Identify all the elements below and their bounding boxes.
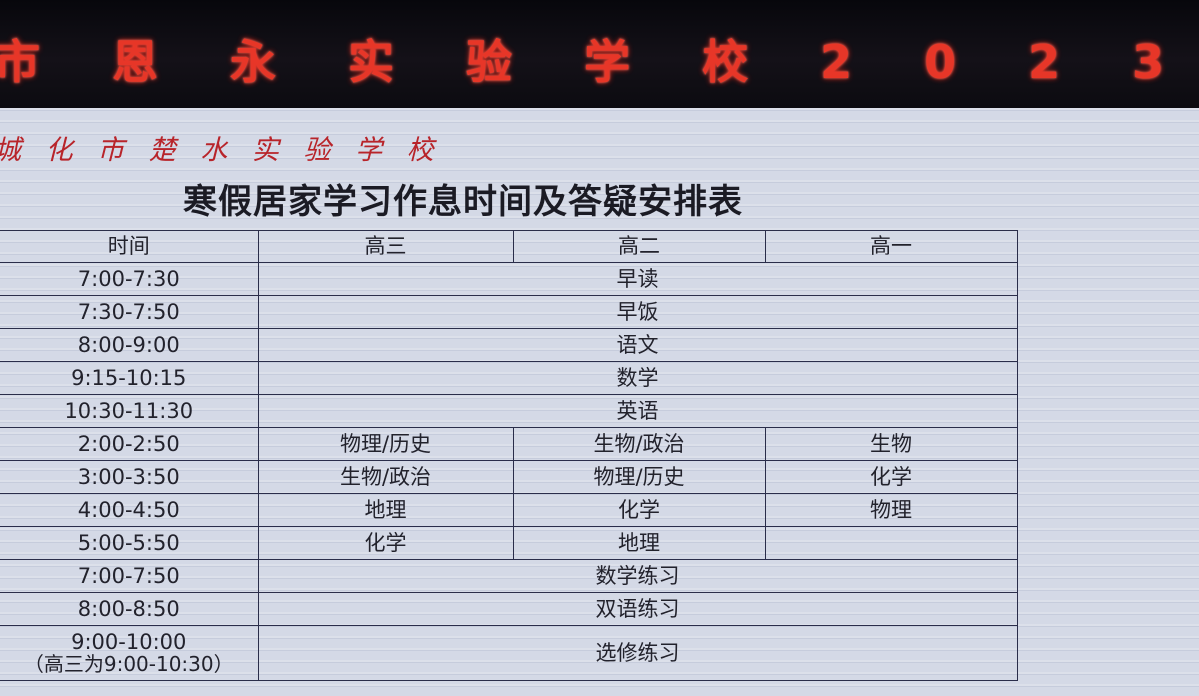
led-banner: 市 恩 永 实 验 学 校 2 0 2 3 年 秋 学 期 总 结 大 xyxy=(0,0,1199,108)
led-banner-text: 市 恩 永 实 验 学 校 2 0 2 3 年 秋 学 期 总 结 大 xyxy=(0,35,1199,89)
activity-cell: 早饭 xyxy=(257,295,1018,329)
time-cell: 9:15-10:15 xyxy=(0,361,259,395)
time-cell-note: （高三为9:00-10:30） xyxy=(23,651,234,676)
activity-cell: 数学 xyxy=(257,361,1018,395)
table-row: 7:30-7:50 早饭 xyxy=(0,295,1018,329)
time-cell-main: 9:00-10:00 xyxy=(71,630,187,655)
table-header-row: 时间 高三 高二 高一 xyxy=(0,230,1018,263)
activity-cell: 选修练习 xyxy=(257,625,1018,681)
projected-document: 城 化 市 楚 水 实 验 学 校 寒假居家学习作息时间及答疑安排表 时间 高三… xyxy=(0,108,1199,696)
time-cell: 8:00-8:50 xyxy=(0,592,259,626)
time-cell: 8:00-9:00 xyxy=(0,328,259,362)
grade-2-cell: 生物/政治 xyxy=(512,427,766,461)
page-title: 寒假居家学习作息时间及答疑安排表 xyxy=(183,182,743,222)
schedule-table: 时间 高三 高二 高一 7:00-7:30 早读 7:30-7:50 早饭 8:… xyxy=(0,230,1018,681)
school-name: 城 化 市 楚 水 实 验 学 校 xyxy=(0,135,442,166)
column-header-grade-3: 高三 xyxy=(257,230,514,263)
table-row: 4:00-4:50 地理 化学 物理 xyxy=(0,493,1018,527)
table-row: 8:00-8:50 双语练习 xyxy=(0,592,1018,626)
time-cell: 10:30-11:30 xyxy=(0,394,259,428)
time-cell: 7:00-7:50 xyxy=(0,559,259,593)
table-row: 9:15-10:15 数学 xyxy=(0,361,1018,395)
grade-1-cell: 生物 xyxy=(764,427,1018,461)
grade-3-cell: 化学 xyxy=(257,526,514,560)
column-header-grade-2: 高二 xyxy=(512,230,766,263)
column-header-time: 时间 xyxy=(0,230,259,263)
table-row: 7:00-7:30 早读 xyxy=(0,262,1018,296)
grade-1-cell xyxy=(764,526,1018,560)
grade-3-cell: 生物/政治 xyxy=(257,460,514,494)
table-row: 7:00-7:50 数学练习 xyxy=(0,559,1018,593)
grade-3-cell: 物理/历史 xyxy=(257,427,514,461)
table-row: 9:00-10:00 （高三为9:00-10:30） 选修练习 xyxy=(0,625,1018,681)
activity-cell: 英语 xyxy=(257,394,1018,428)
activity-cell: 早读 xyxy=(257,262,1018,296)
time-cell: 4:00-4:50 xyxy=(0,493,259,527)
table-row: 2:00-2:50 物理/历史 生物/政治 生物 xyxy=(0,427,1018,461)
grade-2-cell: 化学 xyxy=(512,493,766,527)
activity-cell: 数学练习 xyxy=(257,559,1018,593)
time-cell: 7:00-7:30 xyxy=(0,262,259,296)
table-row: 3:00-3:50 生物/政治 物理/历史 化学 xyxy=(0,460,1018,494)
time-cell: 7:30-7:50 xyxy=(0,295,259,329)
time-cell: 2:00-2:50 xyxy=(0,427,259,461)
time-cell: 9:00-10:00 （高三为9:00-10:30） xyxy=(0,625,259,681)
grade-3-cell: 地理 xyxy=(257,493,514,527)
grade-2-cell: 地理 xyxy=(512,526,766,560)
table-row: 5:00-5:50 化学 地理 xyxy=(0,526,1018,560)
table-row: 8:00-9:00 语文 xyxy=(0,328,1018,362)
grade-1-cell: 化学 xyxy=(764,460,1018,494)
grade-2-cell: 物理/历史 xyxy=(512,460,766,494)
activity-cell: 双语练习 xyxy=(257,592,1018,626)
time-cell: 5:00-5:50 xyxy=(0,526,259,560)
activity-cell: 语文 xyxy=(257,328,1018,362)
grade-1-cell: 物理 xyxy=(764,493,1018,527)
time-cell: 3:00-3:50 xyxy=(0,460,259,494)
table-row: 10:30-11:30 英语 xyxy=(0,394,1018,428)
column-header-grade-1: 高一 xyxy=(764,230,1018,263)
